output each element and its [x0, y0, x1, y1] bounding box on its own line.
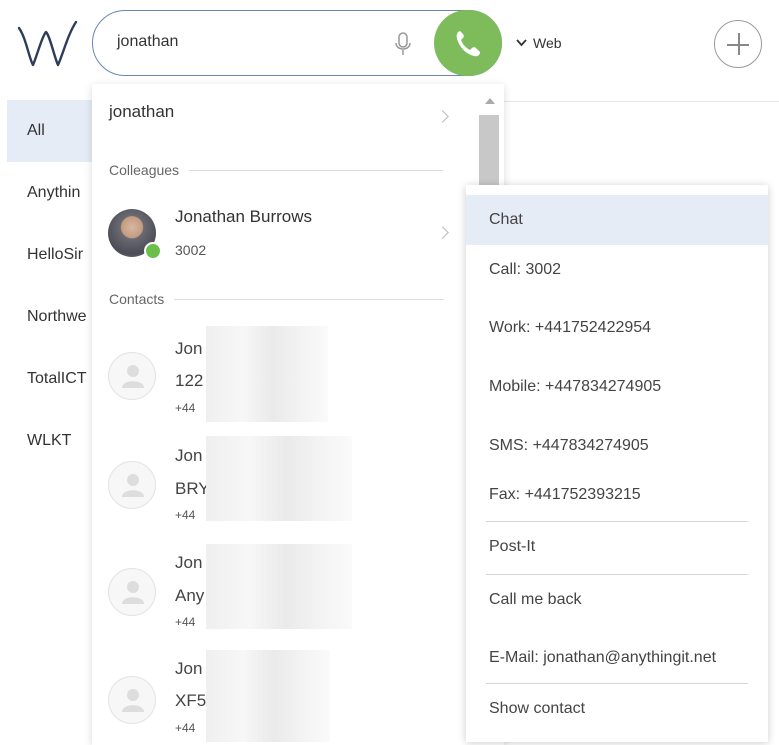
- contact-name: Jon: [175, 553, 203, 572]
- person-icon: [122, 365, 144, 388]
- redaction: [206, 544, 352, 629]
- chevron-right-icon: [436, 226, 449, 239]
- person-icon: [122, 581, 144, 604]
- section-heading: Contacts: [109, 291, 165, 307]
- section-heading: Colleagues: [109, 162, 180, 178]
- menu-item-sms[interactable]: SMS: +447834274905: [466, 421, 768, 471]
- call-button[interactable]: [434, 10, 502, 76]
- person-icon: [122, 689, 144, 712]
- redaction: [206, 650, 330, 742]
- phone-icon: [456, 31, 480, 57]
- menu-item-work[interactable]: Work: +441752422954: [466, 303, 768, 353]
- menu-item-fax[interactable]: Fax: +441752393215: [466, 470, 768, 520]
- app-window: jonathan Web All Anythin HelloSir Northw…: [0, 0, 779, 745]
- filter-list: All Anythin HelloSir Northwe TotalICT WL…: [7, 100, 95, 472]
- avatar: [108, 568, 156, 616]
- contact-number: +44: [175, 615, 196, 629]
- contact-number: +44: [175, 508, 196, 522]
- person-icon: [122, 474, 144, 497]
- contact-name: Jon: [175, 446, 203, 465]
- contact-detail: 122: [175, 371, 204, 390]
- colleague-name: Jonathan Burrows: [175, 207, 313, 226]
- search-results-dropdown: jonathan Colleagues Jonathan Burrows 300…: [92, 84, 504, 745]
- avatar: [108, 676, 156, 724]
- menu-item-show-contact[interactable]: Show contact: [466, 684, 768, 734]
- source-selector[interactable]: Web: [516, 35, 562, 51]
- filter-item[interactable]: TotalICT: [7, 348, 95, 410]
- source-label: Web: [533, 35, 562, 51]
- menu-item-call-me-back[interactable]: Call me back: [466, 575, 768, 625]
- chevron-down-icon: [516, 39, 527, 47]
- chevron-right-icon: [436, 110, 449, 123]
- logo: [16, 18, 78, 70]
- filter-item[interactable]: Anythin: [7, 162, 95, 224]
- presence-indicator: [144, 242, 162, 260]
- query-suggestion: jonathan: [109, 102, 175, 121]
- contact-detail: Any: [175, 586, 205, 605]
- menu-item-call[interactable]: Call: 3002: [466, 245, 768, 295]
- header-divider: [502, 101, 779, 102]
- scroll-up-arrow[interactable]: [485, 98, 495, 104]
- contact-number: +44: [175, 721, 196, 735]
- contact-name: Jon: [175, 659, 203, 678]
- menu-item-post-it[interactable]: Post-It: [466, 522, 768, 572]
- filter-item[interactable]: WLKT: [7, 410, 95, 472]
- menu-item-mobile[interactable]: Mobile: +447834274905: [466, 362, 768, 412]
- redaction: [206, 436, 352, 521]
- redaction: [206, 326, 328, 422]
- contact-name: Jon: [175, 339, 203, 358]
- section-colleagues: Colleagues: [109, 162, 444, 178]
- colleague-extension: 3002: [175, 242, 207, 258]
- filter-item[interactable]: Northwe: [7, 286, 95, 348]
- contact-detail: XF5: [175, 691, 207, 710]
- contact-number: +44: [175, 401, 196, 415]
- add-button[interactable]: [714, 20, 762, 68]
- avatar: [108, 352, 156, 400]
- menu-item-chat[interactable]: Chat: [466, 195, 768, 245]
- section-contacts: Contacts: [109, 291, 445, 307]
- filter-item[interactable]: HelloSir: [7, 224, 95, 286]
- search-input[interactable]: jonathan: [117, 33, 178, 51]
- filter-item-all[interactable]: All: [7, 100, 95, 162]
- menu-item-email[interactable]: E-Mail: jonathan@anythingit.net: [466, 633, 768, 683]
- microphone-icon[interactable]: [393, 31, 413, 57]
- contact-action-menu: Chat Call: 3002 Work: +441752422954 Mobi…: [466, 185, 768, 742]
- avatar: [108, 461, 156, 509]
- contact-detail: BRY: [175, 479, 210, 498]
